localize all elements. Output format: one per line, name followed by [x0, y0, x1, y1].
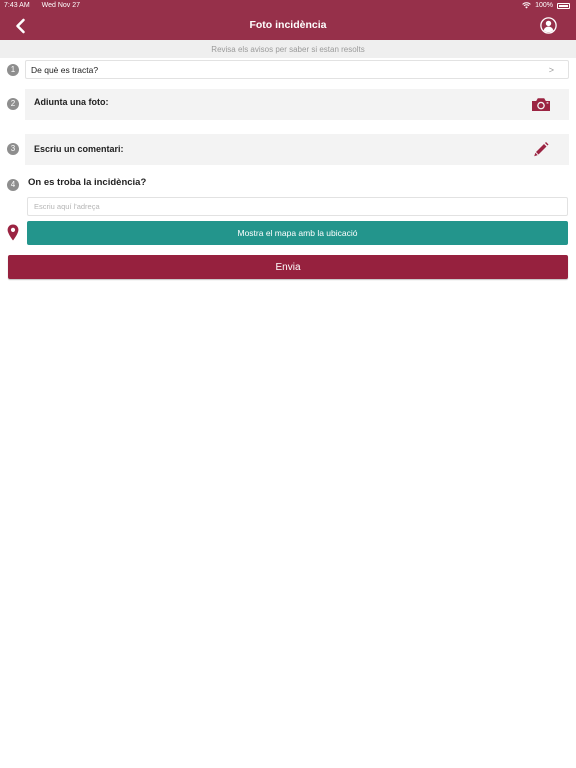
camera-icon[interactable] [531, 97, 551, 112]
status-bar: 7:43 AM Wed Nov 27 100% [0, 0, 576, 11]
show-map-button[interactable]: Mostra el mapa amb la ubicació [27, 221, 568, 245]
user-icon[interactable] [540, 17, 557, 34]
send-button[interactable]: Envia [8, 255, 568, 279]
step-number-4: 4 [7, 179, 19, 191]
wifi-icon [522, 2, 531, 9]
attach-photo-row[interactable]: Adjunta una foto: [25, 89, 569, 120]
notice-banner: Revisa els avisos per saber si estan res… [0, 40, 576, 58]
comment-label: Escriu un comentari: [34, 144, 124, 154]
map-pin-icon [7, 224, 19, 241]
page-title: Foto incidència [249, 19, 327, 31]
status-time: 7:43 AM [4, 2, 30, 9]
category-selector[interactable]: De què es tracta? > [25, 60, 569, 79]
battery-percentage: 100% [535, 2, 553, 9]
comment-row[interactable]: Escriu un comentari: [25, 134, 569, 165]
attach-photo-label: Adjunta una foto: [34, 97, 109, 105]
category-label: De què es tracta? [31, 65, 99, 75]
step-number-3: 3 [7, 143, 19, 155]
navigation-bar: Foto incidència [0, 11, 576, 40]
address-input[interactable] [27, 197, 568, 216]
status-date: Wed Nov 27 [41, 2, 81, 9]
location-heading: On es troba la incidència? [28, 177, 147, 188]
status-right: 100% [522, 0, 570, 11]
chevron-right-icon: > [548, 65, 554, 75]
pencil-icon[interactable] [533, 141, 549, 157]
status-left: 7:43 AM Wed Nov 27 [4, 0, 90, 11]
battery-icon [557, 2, 570, 9]
step-number-1: 1 [7, 64, 19, 76]
step-number-2: 2 [7, 98, 19, 110]
